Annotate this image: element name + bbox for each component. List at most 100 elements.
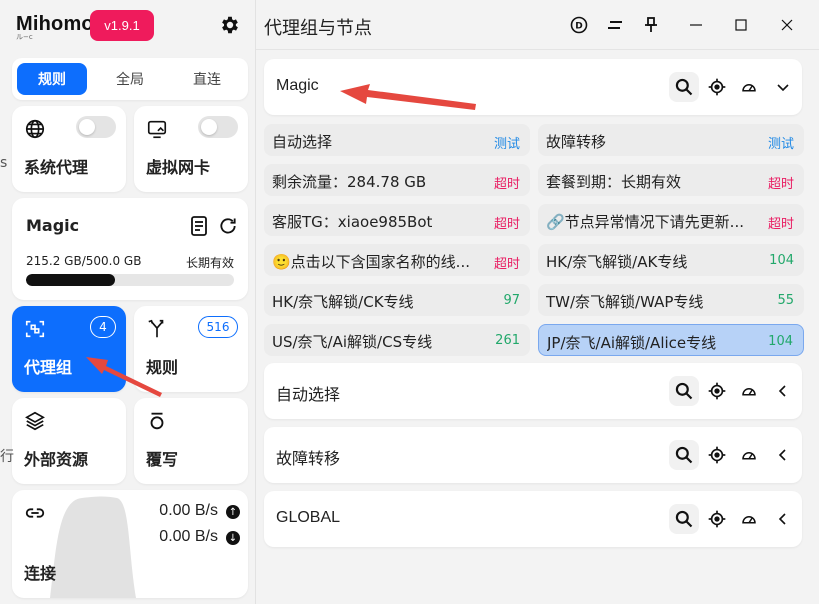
proxy-group-fallback[interactable]: 故障转移 [264,427,802,483]
subscription-progress-fill [26,274,116,286]
proxy-group-global[interactable]: GLOBAL [264,491,802,547]
mode-direct-button[interactable]: 直连 [172,63,242,95]
chevron-left-icon[interactable] [768,376,798,406]
rules-card[interactable]: 516 规则 [134,306,248,392]
tun-label: 虚拟网卡 [146,158,211,177]
version-badge[interactable]: v1.9.1 [90,10,154,41]
speed-test-icon[interactable] [734,440,764,470]
node-delay[interactable]: 超时 [768,173,794,192]
node-name: 自动选择 [272,133,333,151]
node-name: 故障转移 [546,133,607,151]
link-icon [24,502,46,524]
subscription-usage: 215.2 GB/500.0 GB [26,254,142,268]
monitor-icon [146,118,168,140]
proxy-group-magic[interactable]: Magic [264,59,802,115]
speed-test-icon[interactable] [734,72,764,102]
node-name: 套餐到期：长期有效 [546,173,682,191]
override-card[interactable]: 覆写 [134,398,248,484]
proxy-node[interactable]: 剩余流量：284.78 GB 超时 [264,164,530,196]
align-icon[interactable] [605,15,625,35]
node-delay[interactable]: 97 [503,293,520,308]
arrow-up-icon: ↑ [226,505,240,519]
locate-icon[interactable] [702,440,732,470]
proxy-node[interactable]: 故障转移 测试 [538,124,804,156]
connections-card[interactable]: 0.00 B/s ↑ 0.00 B/s ↓ 连接 [12,490,248,598]
node-delay[interactable]: 55 [777,293,794,308]
refresh-icon[interactable] [218,216,238,236]
override-icon [146,410,168,432]
node-name: JP/奈飞/Ai解锁/Alice专线 [547,334,717,352]
mode-rule-button[interactable]: 规则 [17,63,87,95]
chevron-left-icon[interactable] [768,504,798,534]
page-title: 代理组与节点 [264,18,372,39]
proxy-node[interactable]: 自动选择 测试 [264,124,530,156]
resources-label: 外部资源 [24,450,89,469]
resources-card[interactable]: 外部资源 [12,398,126,484]
node-delay[interactable]: 104 [768,334,793,349]
node-delay[interactable]: 104 [769,253,794,268]
node-delay[interactable]: 超时 [494,173,520,192]
search-icon[interactable] [669,72,699,102]
proxy-node[interactable]: TW/奈飞解锁/WAP专线 55 [538,284,804,316]
search-icon[interactable] [669,440,699,470]
system-proxy-toggle[interactable] [76,116,116,138]
mode-global-button[interactable]: 全局 [95,63,165,95]
locate-icon[interactable] [702,376,732,406]
search-icon[interactable] [669,504,699,534]
proxy-groups-count: 4 [90,316,116,338]
search-icon[interactable] [669,376,699,406]
chevron-left-icon[interactable] [768,440,798,470]
app-brand-sub: ル−c [16,33,33,41]
proxy-node[interactable]: HK/奈飞解锁/CK专线 97 [264,284,530,316]
main-panel: 代理组与节点 D Magic 自动选择 测试 故障转移 测试 剩余流量：284.78 G… [256,0,819,604]
proxy-node[interactable]: HK/奈飞解锁/AK专线 104 [538,244,804,276]
locate-icon[interactable] [702,72,732,102]
node-name: 🔗节点异常情况下请先更新... [546,213,744,231]
node-delay[interactable]: 测试 [768,133,794,152]
document-icon[interactable] [190,216,208,236]
tun-card[interactable]: 虚拟网卡 [134,106,248,192]
system-proxy-label: 系统代理 [24,158,89,177]
proxy-node[interactable]: JP/奈飞/Ai解锁/Alice专线 104 [538,324,804,356]
node-name: 🙂点击以下含国家名称的线... [272,253,470,271]
group-name: 故障转移 [276,451,341,468]
proxy-node[interactable]: 套餐到期：长期有效 超时 [538,164,804,196]
chevron-down-icon[interactable] [768,72,798,102]
node-delay[interactable]: 261 [495,333,520,348]
proxy-groups-card[interactable]: 4 代理组 [12,306,126,392]
pin-icon[interactable] [641,15,661,35]
proxy-node[interactable]: 客服TG：xiaoe985Bot 超时 [264,204,530,236]
locate-icon[interactable] [702,504,732,534]
node-delay[interactable]: 超时 [494,213,520,232]
node-name: 客服TG：xiaoe985Bot [272,213,433,231]
fork-icon [146,318,168,340]
proxy-node[interactable]: US/奈飞/Ai解锁/CS专线 261 [264,324,530,356]
speed-test-icon[interactable] [734,504,764,534]
proxy-group-auto[interactable]: 自动选择 [264,363,802,419]
subscription-card[interactable]: Magic 215.2 GB/500.0 GB 长期有效 [12,198,248,300]
minimize-icon[interactable] [686,15,706,35]
override-label: 覆写 [146,450,179,469]
download-speed: 0.00 B/s [159,528,218,545]
maximize-icon[interactable] [731,15,751,35]
system-proxy-card[interactable]: 系统代理 [12,106,126,192]
node-delay[interactable]: 超时 [768,213,794,232]
subscription-progress [26,274,234,286]
d-circle-icon[interactable]: D [569,15,589,35]
group-name: GLOBAL [276,509,341,526]
subscription-expire: 长期有效 [185,256,234,270]
rules-label: 规则 [146,358,179,377]
group-name: 自动选择 [276,387,341,404]
gear-icon[interactable] [219,14,241,36]
sidebar: Mihomo ル−c v1.9.1 规则 全局 直连 系统代理 虚拟网卡 Mag… [0,0,256,604]
node-name: HK/奈飞解锁/CK专线 [272,293,414,311]
globe-icon [24,118,46,140]
tun-toggle[interactable] [198,116,238,138]
node-delay[interactable]: 超时 [494,253,520,272]
speed-test-icon[interactable] [734,376,764,406]
close-icon[interactable] [777,15,797,35]
edge-fragment: s [0,155,8,171]
proxy-node[interactable]: 🔗节点异常情况下请先更新... 超时 [538,204,804,236]
proxy-node[interactable]: 🙂点击以下含国家名称的线... 超时 [264,244,530,276]
node-delay[interactable]: 测试 [494,133,520,152]
